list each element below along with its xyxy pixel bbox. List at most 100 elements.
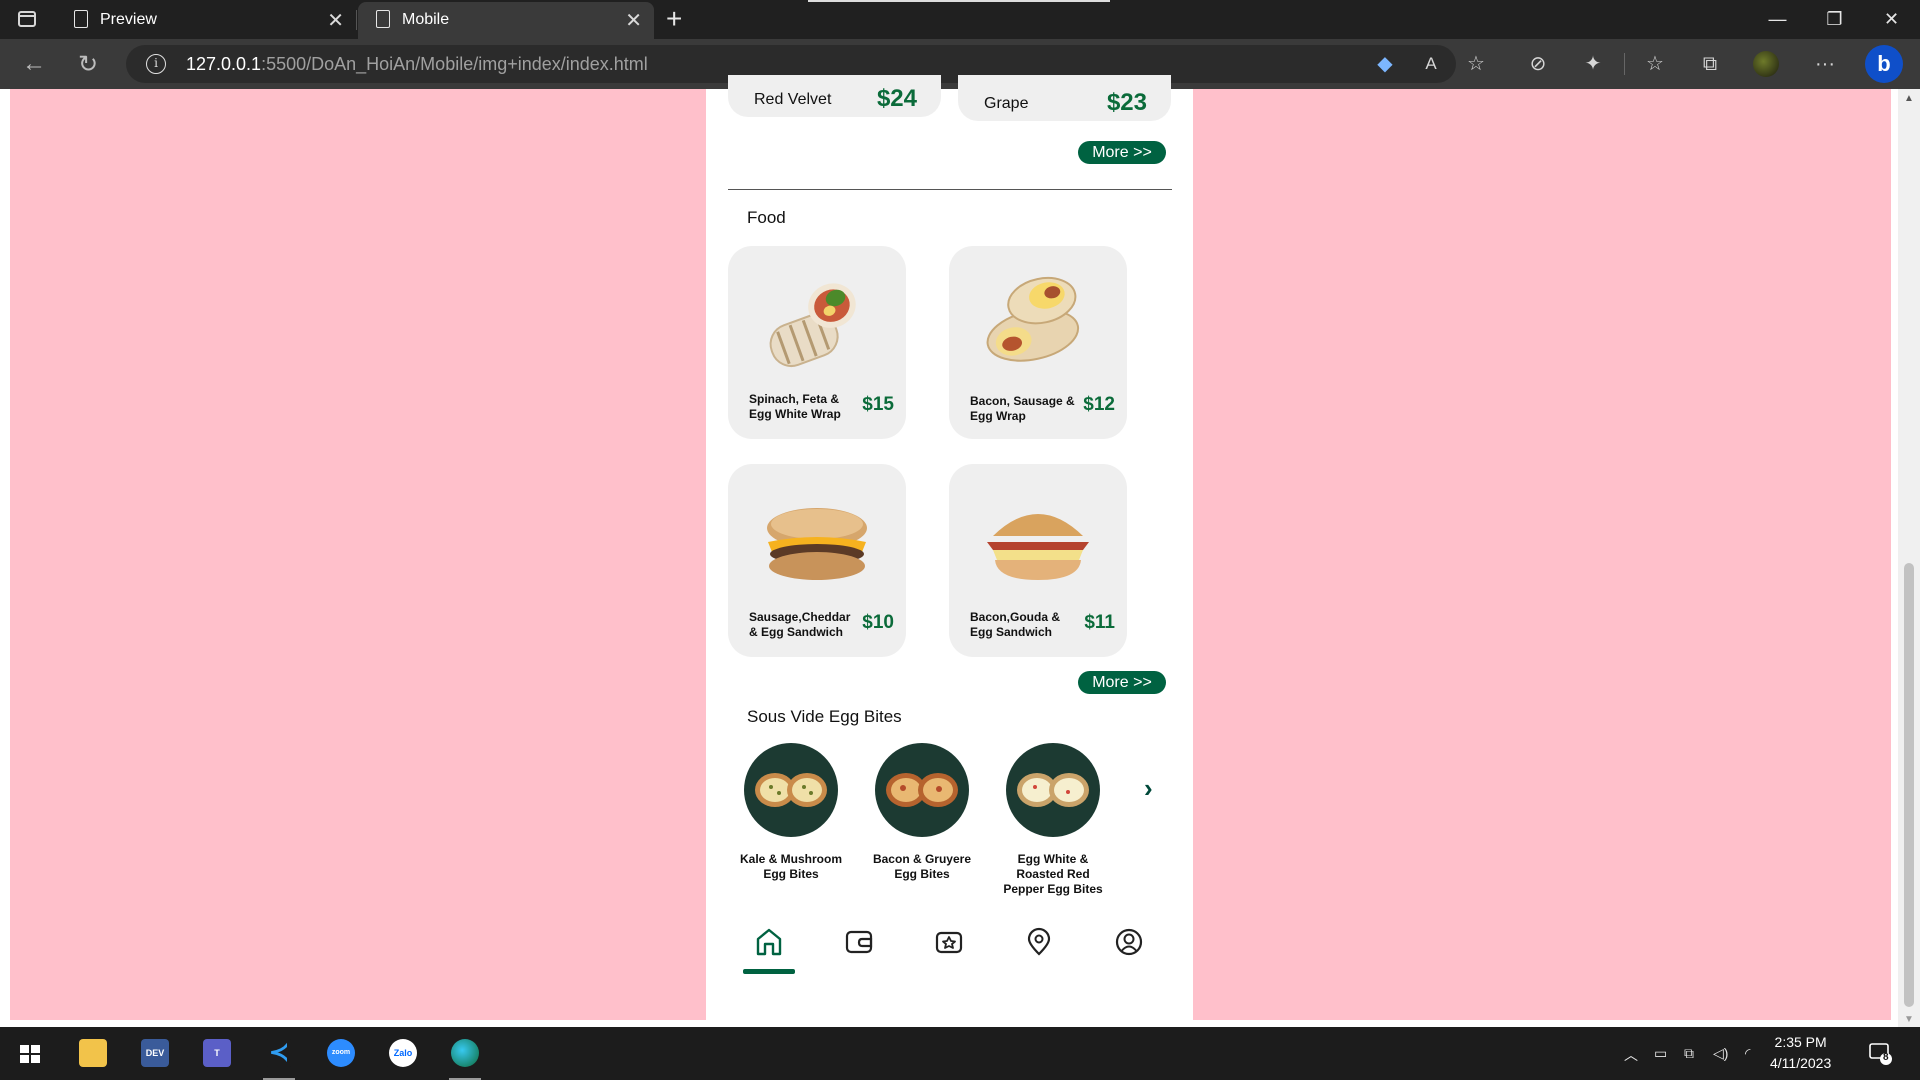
food-name: Spinach, Feta & Egg White Wrap bbox=[749, 392, 841, 421]
file-explorer-icon[interactable] bbox=[73, 1035, 113, 1073]
egg-bite-image bbox=[875, 743, 969, 837]
wrap-image bbox=[986, 277, 1080, 362]
food-card[interactable]: Bacon,Gouda & Egg Sandwich $11 bbox=[949, 464, 1127, 657]
page-scrollbar[interactable]: ▲ ▼ bbox=[1898, 89, 1920, 1027]
food-price: $10 bbox=[862, 612, 894, 633]
dev-app-icon[interactable]: DEV bbox=[135, 1035, 175, 1073]
close-tab-icon[interactable]: ✕ bbox=[327, 8, 344, 33]
minimize-button[interactable]: — bbox=[1749, 0, 1806, 39]
battery-icon[interactable]: ▭ bbox=[1654, 1045, 1667, 1062]
egg-bite-name: Egg White & Roasted Red Pepper Egg Bites bbox=[1003, 852, 1103, 896]
zoom-icon[interactable]: zoom bbox=[321, 1035, 361, 1073]
start-button[interactable] bbox=[10, 1035, 50, 1073]
close-tab-icon[interactable]: ✕ bbox=[625, 8, 642, 33]
tab-separator bbox=[356, 10, 357, 30]
windows-taskbar: DEV T ≺ zoom Zalo ︿ ▭ ⧉ ◁) ◜ 2:35 PM 4/1… bbox=[0, 1027, 1920, 1080]
active-tab-indicator bbox=[743, 969, 795, 974]
collections-icon[interactable]: ⧉ bbox=[1697, 51, 1723, 77]
food-card[interactable]: Sausage,Cheddar & Egg Sandwich $10 bbox=[728, 464, 906, 657]
url-path: :5500/DoAn_HoiAn/Mobile/img+index/index.… bbox=[261, 54, 648, 74]
food-name: Bacon,Gouda & Egg Sandwich bbox=[970, 610, 1061, 639]
food-name: Sausage,Cheddar & Egg Sandwich bbox=[749, 610, 851, 639]
bottom-navigation bbox=[706, 927, 1193, 987]
restore-button[interactable]: ❐ bbox=[1806, 0, 1863, 39]
profile-avatar[interactable] bbox=[1753, 51, 1779, 77]
browser-tab-bar: Preview ✕ Mobile ✕ + — ❐ ✕ bbox=[0, 0, 1920, 39]
favorites-icon[interactable]: ☆ bbox=[1642, 51, 1668, 77]
site-info-icon[interactable]: i bbox=[146, 54, 166, 74]
drink-card[interactable]: Red Velvet $24 bbox=[728, 75, 941, 117]
scroll-thumb[interactable] bbox=[1904, 563, 1914, 1007]
edge-icon[interactable] bbox=[445, 1035, 485, 1080]
background-right bbox=[1193, 89, 1891, 1020]
drinks-more-button[interactable]: More >> bbox=[1078, 141, 1166, 164]
new-tab-button[interactable]: + bbox=[666, 3, 682, 35]
vscode-icon[interactable]: ≺ bbox=[259, 1035, 299, 1080]
drink-price: $23 bbox=[1106, 89, 1147, 116]
title-strip bbox=[808, 0, 1110, 2]
egg-bite-image bbox=[744, 743, 838, 837]
notification-center-icon[interactable]: 8 bbox=[1868, 1041, 1892, 1065]
clock-time: 2:35 PM bbox=[1774, 1034, 1827, 1050]
page-viewport: Red Velvet $24 Grape $23 More >> Food Sp… bbox=[0, 75, 1920, 1027]
more-menu-icon[interactable]: ··· bbox=[1812, 51, 1838, 77]
page-icon bbox=[376, 10, 390, 28]
egg-bite-item[interactable]: Egg White & Roasted Red Pepper Egg Bites bbox=[998, 743, 1108, 897]
food-price: $15 bbox=[862, 394, 894, 415]
wifi-icon[interactable]: ◜ bbox=[1745, 1045, 1750, 1062]
show-hidden-icons-icon[interactable]: ︿ bbox=[1624, 1045, 1638, 1065]
url-text[interactable]: 127.0.0.1:5500/DoAn_HoiAn/Mobile/img+ind… bbox=[186, 54, 648, 75]
drink-price: $24 bbox=[876, 85, 917, 112]
teams-icon[interactable]: T bbox=[197, 1035, 237, 1073]
close-window-button[interactable]: ✕ bbox=[1863, 0, 1920, 39]
profile-icon[interactable] bbox=[1114, 927, 1144, 957]
background-left bbox=[10, 89, 706, 1020]
egg-bite-item[interactable]: Kale & Mushroom Egg Bites bbox=[736, 743, 846, 882]
food-more-button[interactable]: More >> bbox=[1078, 671, 1166, 694]
wallet-icon[interactable] bbox=[844, 927, 874, 957]
drink-name: Red Velvet bbox=[754, 91, 832, 108]
sandwich-image bbox=[767, 508, 867, 580]
coupon-icon[interactable]: ◆ bbox=[1372, 51, 1398, 77]
wrap-image bbox=[769, 283, 856, 367]
system-clock[interactable]: 2:35 PM 4/11/2023 bbox=[1770, 1032, 1831, 1074]
chevron-right-icon[interactable]: › bbox=[1144, 773, 1153, 804]
extensions-icon[interactable]: ✦ bbox=[1580, 51, 1606, 77]
tab-mobile[interactable]: Mobile ✕ bbox=[358, 2, 654, 39]
refresh-icon[interactable]: ↻ bbox=[78, 50, 98, 79]
add-favorite-icon[interactable]: ☆ bbox=[1463, 51, 1489, 77]
tab-preview[interactable]: Preview ✕ bbox=[56, 2, 356, 39]
volume-icon[interactable]: ◁) bbox=[1713, 1045, 1728, 1062]
clock-date: 4/11/2023 bbox=[1770, 1055, 1832, 1071]
bing-icon[interactable]: b bbox=[1865, 45, 1903, 83]
gift-icon[interactable] bbox=[934, 927, 964, 957]
food-name: Bacon, Sausage & Egg Wrap bbox=[970, 394, 1075, 423]
page-icon bbox=[74, 10, 88, 28]
food-price: $11 bbox=[1084, 612, 1115, 633]
home-icon[interactable] bbox=[754, 927, 784, 957]
copilot-compass-icon[interactable]: ⊘ bbox=[1525, 51, 1551, 77]
location-pin-icon[interactable] bbox=[1024, 927, 1054, 957]
tab-actions-icon[interactable] bbox=[16, 9, 38, 31]
url-host: 127.0.0.1 bbox=[186, 54, 262, 74]
food-card[interactable]: Bacon, Sausage & Egg Wrap $12 bbox=[949, 246, 1127, 439]
back-icon[interactable]: ← bbox=[22, 50, 46, 78]
food-section-title: Food bbox=[747, 208, 786, 227]
drink-card[interactable]: Grape $23 bbox=[958, 75, 1171, 121]
egg-bite-item[interactable]: Bacon & Gruyere Egg Bites bbox=[867, 743, 977, 882]
notification-count: 8 bbox=[1883, 1052, 1889, 1063]
window-controls: — ❐ ✕ bbox=[1749, 0, 1920, 39]
section-divider bbox=[728, 189, 1172, 190]
sandwich-image bbox=[987, 514, 1089, 580]
scroll-up-icon[interactable]: ▲ bbox=[1904, 93, 1914, 104]
toolbar-separator bbox=[1624, 53, 1625, 75]
drink-name: Grape bbox=[984, 95, 1029, 112]
read-aloud-icon[interactable]: A bbox=[1418, 51, 1444, 77]
mobile-app-frame: Red Velvet $24 Grape $23 More >> Food Sp… bbox=[706, 75, 1193, 1020]
network-status-icon[interactable]: ⧉ bbox=[1684, 1045, 1694, 1062]
food-card[interactable]: Spinach, Feta & Egg White Wrap $15 bbox=[728, 246, 906, 439]
egg-bite-image bbox=[1006, 743, 1100, 837]
scroll-down-icon[interactable]: ▼ bbox=[1904, 1014, 1914, 1025]
zalo-icon[interactable]: Zalo bbox=[383, 1035, 423, 1073]
tab-title: Preview bbox=[100, 11, 157, 28]
